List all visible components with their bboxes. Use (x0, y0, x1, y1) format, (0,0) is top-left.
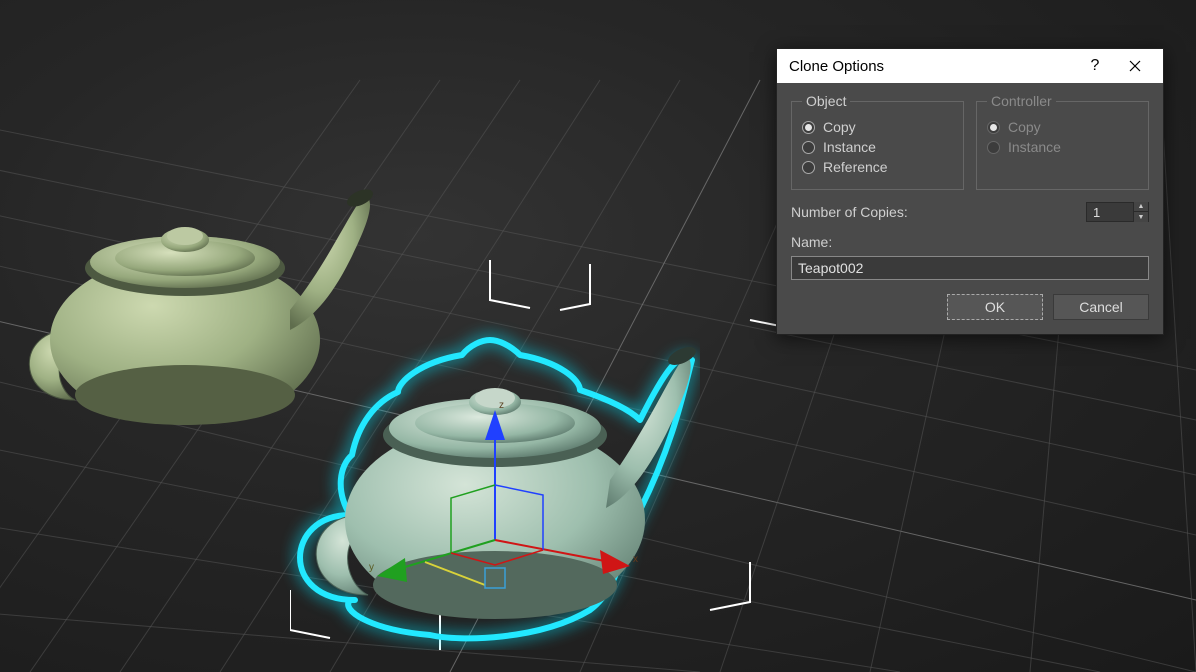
cancel-button[interactable]: Cancel (1053, 294, 1149, 320)
radio-ctrl-copy: Copy (987, 119, 1138, 135)
spinner-up-icon[interactable]: ▲ (1134, 202, 1148, 212)
teapot-clone-selected[interactable]: z x y (280, 290, 700, 650)
radio-icon (987, 141, 1000, 154)
axis-label-x: x (633, 554, 638, 565)
radio-instance[interactable]: Instance (802, 139, 953, 155)
ok-button[interactable]: OK (947, 294, 1043, 320)
radio-icon (802, 121, 815, 134)
copies-value[interactable]: 1 (1087, 205, 1133, 220)
copies-spinner[interactable]: 1 ▲ ▼ (1086, 202, 1149, 222)
help-icon: ? (1091, 57, 1100, 75)
axis-label-z: z (499, 400, 504, 411)
controller-legend: Controller (987, 93, 1056, 109)
axis-label-y: y (369, 562, 374, 573)
radio-ctrl-instance: Instance (987, 139, 1138, 155)
object-group: Object Copy Instance Reference (791, 93, 964, 190)
close-button[interactable] (1115, 49, 1155, 83)
object-legend: Object (802, 93, 850, 109)
name-label: Name: (791, 234, 1149, 250)
name-input[interactable] (791, 256, 1149, 280)
radio-icon (987, 121, 1000, 134)
controller-group: Controller Copy Instance (976, 93, 1149, 190)
radio-icon (802, 161, 815, 174)
copies-label: Number of Copies: (791, 204, 1076, 220)
clone-options-dialog: Clone Options ? Object Copy Instance (776, 48, 1164, 335)
close-icon (1129, 60, 1141, 72)
radio-icon (802, 141, 815, 154)
radio-reference[interactable]: Reference (802, 159, 953, 175)
help-button[interactable]: ? (1075, 49, 1115, 83)
dialog-titlebar[interactable]: Clone Options ? (777, 49, 1163, 83)
spinner-down-icon[interactable]: ▼ (1134, 212, 1148, 222)
dialog-title: Clone Options (789, 58, 1075, 75)
radio-copy[interactable]: Copy (802, 119, 953, 135)
